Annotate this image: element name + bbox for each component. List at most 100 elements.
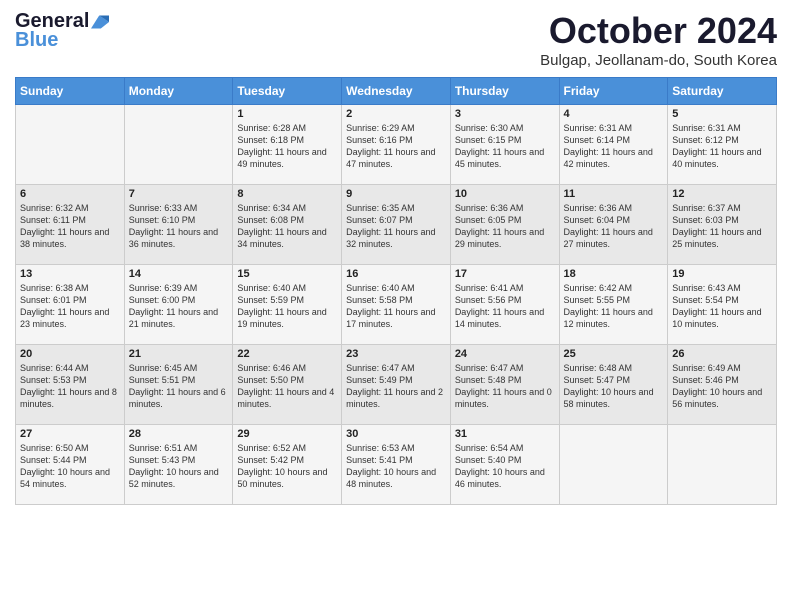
page-header: General Blue October 2024 Bulgap, Jeolla… <box>15 10 777 69</box>
calendar-cell: 18 Sunrise: 6:42 AMSunset: 5:55 PMDayligh… <box>559 265 668 345</box>
logo-icon <box>91 15 109 29</box>
day-number: 14 <box>129 268 229 280</box>
calendar-cell: 16 Sunrise: 6:40 AMSunset: 5:58 PMDayligh… <box>342 265 451 345</box>
calendar-cell: 17 Sunrise: 6:41 AMSunset: 5:56 PMDayligh… <box>450 265 559 345</box>
day-info: Sunrise: 6:41 AMSunset: 5:56 PMDaylight:… <box>455 282 555 331</box>
day-number: 29 <box>237 428 337 440</box>
weekday-header-monday: Monday <box>124 78 233 105</box>
day-number: 25 <box>564 348 664 360</box>
calendar-cell <box>124 105 233 185</box>
day-number: 23 <box>346 348 446 360</box>
day-number: 12 <box>672 188 772 200</box>
calendar-cell: 2 Sunrise: 6:29 AMSunset: 6:16 PMDaylight… <box>342 105 451 185</box>
title-section: October 2024 Bulgap, Jeollanam-do, South… <box>540 10 777 69</box>
day-info: Sunrise: 6:40 AMSunset: 5:58 PMDaylight:… <box>346 282 446 331</box>
location: Bulgap, Jeollanam-do, South Korea <box>540 52 777 69</box>
day-info: Sunrise: 6:35 AMSunset: 6:07 PMDaylight:… <box>346 202 446 251</box>
day-info: Sunrise: 6:29 AMSunset: 6:16 PMDaylight:… <box>346 122 446 171</box>
day-number: 16 <box>346 268 446 280</box>
calendar-cell <box>559 425 668 505</box>
day-info: Sunrise: 6:44 AMSunset: 5:53 PMDaylight:… <box>20 362 120 411</box>
day-info: Sunrise: 6:45 AMSunset: 5:51 PMDaylight:… <box>129 362 229 411</box>
day-info: Sunrise: 6:30 AMSunset: 6:15 PMDaylight:… <box>455 122 555 171</box>
day-number: 9 <box>346 188 446 200</box>
calendar-cell: 7 Sunrise: 6:33 AMSunset: 6:10 PMDaylight… <box>124 185 233 265</box>
calendar-cell: 9 Sunrise: 6:35 AMSunset: 6:07 PMDaylight… <box>342 185 451 265</box>
day-number: 3 <box>455 108 555 120</box>
day-number: 2 <box>346 108 446 120</box>
day-info: Sunrise: 6:52 AMSunset: 5:42 PMDaylight:… <box>237 442 337 491</box>
calendar-cell: 29 Sunrise: 6:52 AMSunset: 5:42 PMDayligh… <box>233 425 342 505</box>
calendar-cell: 5 Sunrise: 6:31 AMSunset: 6:12 PMDaylight… <box>668 105 777 185</box>
weekday-header-saturday: Saturday <box>668 78 777 105</box>
weekday-header-thursday: Thursday <box>450 78 559 105</box>
calendar-cell: 12 Sunrise: 6:37 AMSunset: 6:03 PMDayligh… <box>668 185 777 265</box>
calendar-week-row: 1 Sunrise: 6:28 AMSunset: 6:18 PMDaylight… <box>16 105 777 185</box>
day-number: 27 <box>20 428 120 440</box>
day-info: Sunrise: 6:38 AMSunset: 6:01 PMDaylight:… <box>20 282 120 331</box>
day-number: 26 <box>672 348 772 360</box>
day-info: Sunrise: 6:50 AMSunset: 5:44 PMDaylight:… <box>20 442 120 491</box>
day-number: 24 <box>455 348 555 360</box>
day-number: 18 <box>564 268 664 280</box>
day-number: 28 <box>129 428 229 440</box>
day-info: Sunrise: 6:48 AMSunset: 5:47 PMDaylight:… <box>564 362 664 411</box>
calendar-week-row: 27 Sunrise: 6:50 AMSunset: 5:44 PMDayligh… <box>16 425 777 505</box>
day-info: Sunrise: 6:40 AMSunset: 5:59 PMDaylight:… <box>237 282 337 331</box>
calendar-week-row: 13 Sunrise: 6:38 AMSunset: 6:01 PMDayligh… <box>16 265 777 345</box>
day-number: 20 <box>20 348 120 360</box>
day-info: Sunrise: 6:31 AMSunset: 6:14 PMDaylight:… <box>564 122 664 171</box>
day-info: Sunrise: 6:31 AMSunset: 6:12 PMDaylight:… <box>672 122 772 171</box>
weekday-header-wednesday: Wednesday <box>342 78 451 105</box>
day-number: 1 <box>237 108 337 120</box>
day-info: Sunrise: 6:32 AMSunset: 6:11 PMDaylight:… <box>20 202 120 251</box>
day-number: 19 <box>672 268 772 280</box>
weekday-header-friday: Friday <box>559 78 668 105</box>
calendar-cell: 30 Sunrise: 6:53 AMSunset: 5:41 PMDayligh… <box>342 425 451 505</box>
calendar-cell: 22 Sunrise: 6:46 AMSunset: 5:50 PMDayligh… <box>233 345 342 425</box>
calendar-cell: 20 Sunrise: 6:44 AMSunset: 5:53 PMDayligh… <box>16 345 125 425</box>
calendar-cell: 1 Sunrise: 6:28 AMSunset: 6:18 PMDaylight… <box>233 105 342 185</box>
day-info: Sunrise: 6:28 AMSunset: 6:18 PMDaylight:… <box>237 122 337 171</box>
day-number: 8 <box>237 188 337 200</box>
day-number: 7 <box>129 188 229 200</box>
day-info: Sunrise: 6:36 AMSunset: 6:05 PMDaylight:… <box>455 202 555 251</box>
calendar-week-row: 6 Sunrise: 6:32 AMSunset: 6:11 PMDaylight… <box>16 185 777 265</box>
calendar-cell: 4Sunrise: 6:31 AMSunset: 6:14 PMDaylight… <box>559 105 668 185</box>
day-info: Sunrise: 6:47 AMSunset: 5:48 PMDaylight:… <box>455 362 555 411</box>
calendar-cell: 21Sunrise: 6:45 AMSunset: 5:51 PMDayligh… <box>124 345 233 425</box>
day-number: 11 <box>564 188 664 200</box>
day-info: Sunrise: 6:37 AMSunset: 6:03 PMDaylight:… <box>672 202 772 251</box>
day-number: 13 <box>20 268 120 280</box>
day-number: 31 <box>455 428 555 440</box>
logo: General Blue <box>15 10 109 52</box>
calendar-cell: 28 Sunrise: 6:51 AMSunset: 5:43 PMDayligh… <box>124 425 233 505</box>
calendar-week-row: 20 Sunrise: 6:44 AMSunset: 5:53 PMDayligh… <box>16 345 777 425</box>
weekday-header-sunday: Sunday <box>16 78 125 105</box>
day-number: 5 <box>672 108 772 120</box>
day-number: 30 <box>346 428 446 440</box>
day-info: Sunrise: 6:43 AMSunset: 5:54 PMDaylight:… <box>672 282 772 331</box>
calendar-cell: 23Sunrise: 6:47 AMSunset: 5:49 PMDayligh… <box>342 345 451 425</box>
calendar-cell: 24 Sunrise: 6:47 AMSunset: 5:48 PMDayligh… <box>450 345 559 425</box>
day-number: 17 <box>455 268 555 280</box>
calendar-cell: 11 Sunrise: 6:36 AMSunset: 6:04 PMDayligh… <box>559 185 668 265</box>
day-info: Sunrise: 6:36 AMSunset: 6:04 PMDaylight:… <box>564 202 664 251</box>
calendar-cell: 13 Sunrise: 6:38 AMSunset: 6:01 PMDayligh… <box>16 265 125 345</box>
calendar-cell: 19 Sunrise: 6:43 AMSunset: 5:54 PMDayligh… <box>668 265 777 345</box>
day-info: Sunrise: 6:42 AMSunset: 5:55 PMDaylight:… <box>564 282 664 331</box>
day-info: Sunrise: 6:49 AMSunset: 5:46 PMDaylight:… <box>672 362 772 411</box>
calendar-cell: 6 Sunrise: 6:32 AMSunset: 6:11 PMDaylight… <box>16 185 125 265</box>
day-info: Sunrise: 6:51 AMSunset: 5:43 PMDaylight:… <box>129 442 229 491</box>
day-number: 15 <box>237 268 337 280</box>
calendar-cell: 26 Sunrise: 6:49 AMSunset: 5:46 PMDayligh… <box>668 345 777 425</box>
calendar-cell: 27 Sunrise: 6:50 AMSunset: 5:44 PMDayligh… <box>16 425 125 505</box>
day-number: 22 <box>237 348 337 360</box>
day-number: 10 <box>455 188 555 200</box>
day-info: Sunrise: 6:46 AMSunset: 5:50 PMDaylight:… <box>237 362 337 411</box>
calendar-table: SundayMondayTuesdayWednesdayThursdayFrid… <box>15 77 777 505</box>
day-info: Sunrise: 6:33 AMSunset: 6:10 PMDaylight:… <box>129 202 229 251</box>
day-number: 6 <box>20 188 120 200</box>
day-info: Sunrise: 6:53 AMSunset: 5:41 PMDaylight:… <box>346 442 446 491</box>
weekday-header-tuesday: Tuesday <box>233 78 342 105</box>
